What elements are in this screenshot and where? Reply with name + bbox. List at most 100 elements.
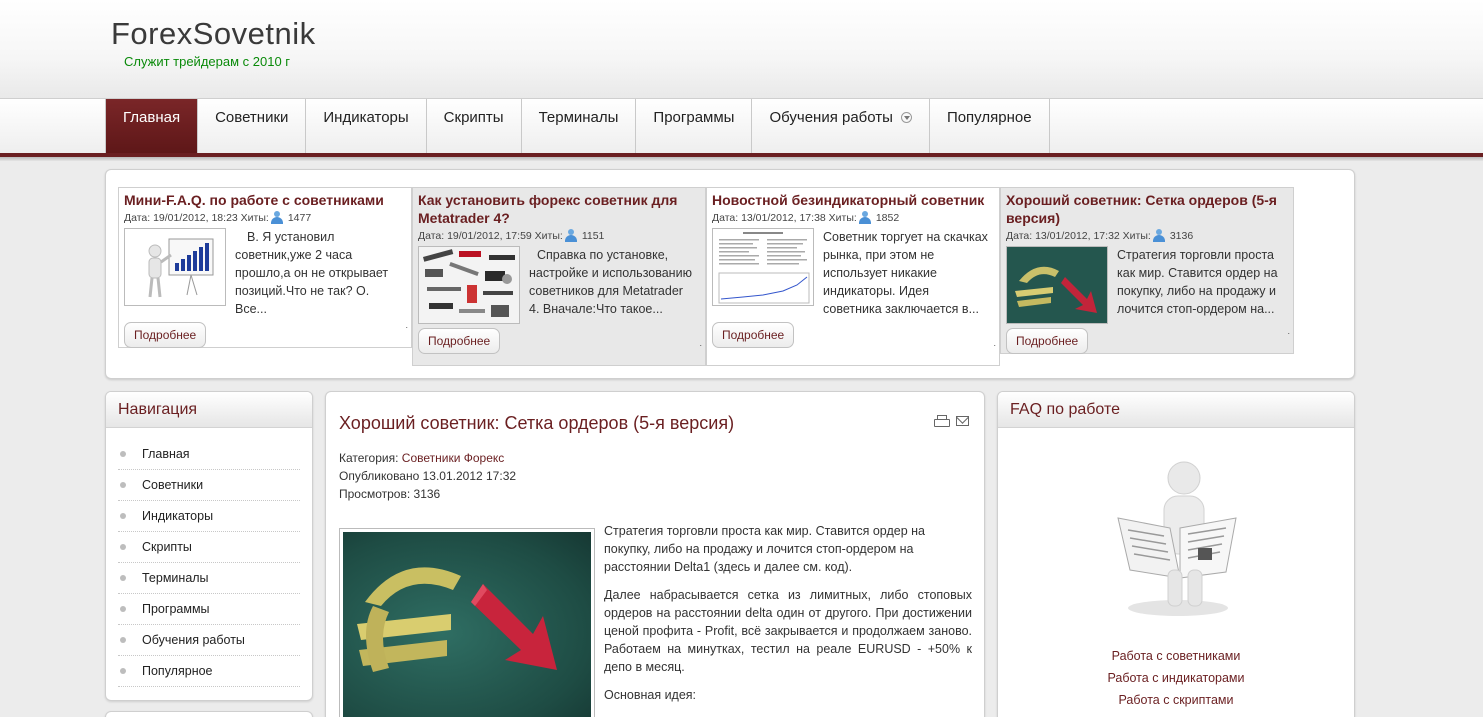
category-link[interactable]: Советники Форекс	[402, 451, 505, 465]
featured-date: Дата: 13/01/2012, 17:32 Хиты:	[1006, 229, 1151, 242]
tools-image[interactable]	[418, 246, 520, 324]
featured-dot: .	[993, 338, 996, 348]
site-logo[interactable]: ForexSovetnik	[111, 16, 316, 52]
navigation-title: Навигация	[106, 392, 312, 428]
featured-hits: 1151	[581, 229, 605, 242]
faq-links: Работа с советниками Работа с индикатора…	[998, 645, 1354, 711]
menu-item-programs[interactable]: Программы	[636, 99, 753, 153]
menu-item-label: Главная	[123, 109, 181, 126]
article-category: Категория: Советники Форекс	[339, 449, 516, 467]
sidebar-item-training[interactable]: Обучения работы	[118, 625, 300, 656]
article-body: Стратегия торговли проста как мир. Стави…	[604, 522, 972, 714]
sidebar-item-terminals[interactable]: Терминалы	[118, 563, 300, 594]
menu-item-label: Советники	[215, 109, 289, 126]
article-paragraph: Основная идея:	[604, 688, 697, 702]
featured-text: Советник торгует на скачках рынка, при э…	[823, 230, 988, 316]
article-info: Категория: Советники Форекс Опубликовано…	[339, 449, 516, 503]
featured-item: Хороший советник: Сетка ордеров (5-я вер…	[1000, 187, 1294, 354]
featured-hits: 3136	[1169, 229, 1194, 242]
euro-arrow-image[interactable]	[1006, 246, 1108, 324]
featured-title[interactable]: Мини-F.A.Q. по работе с советниками	[124, 191, 406, 209]
featured-title[interactable]: Как установить форекс советник для Metat…	[418, 191, 700, 227]
faq-link-scripts[interactable]: Работа с скриптами	[998, 689, 1354, 711]
featured-text: В. Я установил советник,уже 2 часа прошл…	[235, 230, 389, 316]
menu-item-home[interactable]: Главная	[105, 99, 199, 153]
featured-date: Дата: 13/01/2012, 17:38 Хиты:	[712, 211, 857, 224]
menu-item-scripts[interactable]: Скрипты	[427, 99, 522, 153]
article-paragraph: Далее набрасывается сетка из лимитных, л…	[604, 588, 972, 674]
read-more-button[interactable]: Подробнее	[418, 328, 501, 354]
read-more-button[interactable]: Подробнее	[712, 322, 795, 348]
featured-date: Дата: 19/01/2012, 17:59 Хиты:	[418, 229, 563, 242]
sidebar-next-panel	[105, 711, 313, 717]
featured-dot: .	[405, 320, 408, 330]
featured-meta: Дата: 19/01/2012, 18:23 Хиты: 1477	[124, 210, 406, 225]
faq-panel: FAQ по работе Работа с советниками Работ…	[997, 391, 1355, 717]
user-icon	[564, 229, 577, 242]
read-more-button[interactable]: Подробнее	[124, 322, 207, 348]
menu-item-training[interactable]: Обучения работы	[752, 99, 930, 153]
print-icon[interactable]	[934, 415, 950, 427]
article-published: Опубликовано 13.01.2012 17:32	[339, 469, 517, 483]
email-icon[interactable]	[956, 416, 969, 426]
faq-link-advisors[interactable]: Работа с советниками	[998, 645, 1354, 667]
sidebar-item-popular[interactable]: Популярное	[118, 656, 300, 687]
featured-meta: Дата: 13/01/2012, 17:32 Хиты: 3136	[1006, 228, 1288, 243]
article-image	[339, 528, 595, 717]
menu-item-terminals[interactable]: Терминалы	[522, 99, 637, 153]
featured-dot: .	[1287, 326, 1290, 336]
sidebar-item-home[interactable]: Главная	[118, 439, 300, 470]
article-actions	[934, 415, 969, 427]
presentation-chart-image[interactable]	[124, 228, 226, 306]
featured-body: Советник торгует на скачках рынка, при э…	[712, 228, 994, 318]
article-paragraph: Стратегия торговли проста как мир. Стави…	[604, 524, 925, 574]
article-views: Просмотров: 3136	[339, 487, 441, 501]
chevron-down-icon[interactable]	[900, 112, 912, 123]
featured-title[interactable]: Хороший советник: Сетка ордеров (5-я вер…	[1006, 191, 1288, 227]
featured-item: Новостной безиндикаторный советник Дата:…	[706, 187, 1000, 366]
user-icon	[858, 211, 871, 224]
main-navbar: Главная Советники Индикаторы Скрипты Тер…	[0, 98, 1483, 161]
menu-item-label: Скрипты	[443, 109, 504, 126]
featured-dot: .	[699, 338, 702, 348]
euro-arrow-image	[343, 532, 591, 717]
menu-item-label: Программы	[653, 109, 735, 126]
main-menu: Главная Советники Индикаторы Скрипты Тер…	[105, 99, 1050, 153]
navigation-list: Главная Советники Индикаторы Скрипты Тер…	[106, 428, 312, 687]
sidebar-item-programs[interactable]: Программы	[118, 594, 300, 625]
menu-item-label: Индикаторы	[323, 109, 409, 126]
featured-item: Мини-F.A.Q. по работе с советниками Дата…	[118, 187, 412, 348]
site-slogan: Служит трейдерам с 2010 г	[124, 54, 291, 69]
featured-body: Стратегия торговли проста как мир. Стави…	[1006, 246, 1288, 324]
sidebar-item-indicators[interactable]: Индикаторы	[118, 501, 300, 532]
article-title[interactable]: Хороший советник: Сетка ордеров (5-я вер…	[339, 413, 734, 434]
read-more-button[interactable]: Подробнее	[1006, 328, 1089, 354]
navigation-panel: Навигация Главная Советники Индикаторы С…	[105, 391, 313, 701]
site-header: ForexSovetnik Служит трейдерам с 2010 г	[0, 0, 1483, 98]
featured-title[interactable]: Новостной безиндикаторный советник	[712, 191, 994, 209]
featured-item: Как установить форекс советник для Metat…	[412, 187, 706, 366]
sidebar-item-scripts[interactable]: Скрипты	[118, 532, 300, 563]
menu-item-advisors[interactable]: Советники	[198, 99, 307, 153]
featured-text: Стратегия торговли проста как мир. Стави…	[1117, 248, 1278, 316]
faq-link-indicators[interactable]: Работа с индикаторами	[998, 667, 1354, 689]
featured-body: В. Я установил советник,уже 2 часа прошл…	[124, 228, 406, 318]
featured-meta: Дата: 19/01/2012, 17:59 Хиты: 1151	[418, 228, 700, 243]
menu-item-label: Терминалы	[538, 109, 619, 126]
menu-item-popular[interactable]: Популярное	[930, 99, 1050, 153]
featured-hits: 1477	[287, 211, 312, 224]
nav-shadow	[0, 157, 1483, 161]
report-image[interactable]	[712, 228, 814, 306]
reading-man-image	[1108, 458, 1248, 618]
article: Хороший советник: Сетка ордеров (5-я вер…	[325, 391, 985, 717]
category-label: Категория:	[339, 451, 399, 465]
user-icon	[1152, 229, 1165, 242]
user-icon	[270, 211, 283, 224]
featured-hits: 1852	[875, 211, 900, 224]
menu-item-label: Обучения работы	[769, 109, 893, 126]
menu-item-indicators[interactable]: Индикаторы	[306, 99, 427, 153]
featured-meta: Дата: 13/01/2012, 17:38 Хиты: 1852	[712, 210, 994, 225]
menu-item-label: Популярное	[946, 109, 1032, 126]
faq-title: FAQ по работе	[998, 392, 1354, 428]
sidebar-item-advisors[interactable]: Советники	[118, 470, 300, 501]
